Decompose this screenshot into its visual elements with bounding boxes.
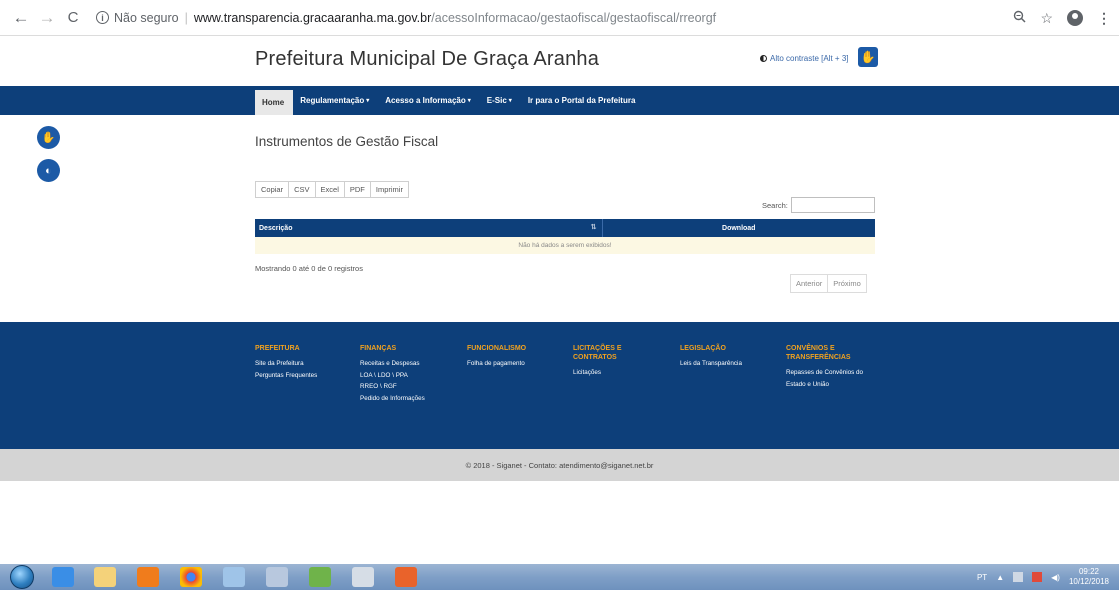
menu-dots-icon[interactable]: ⋮ [1097, 10, 1111, 27]
start-button-icon[interactable] [10, 565, 34, 589]
system-tray: PT ▲ ◀) 09:22 10/12/2018 [977, 564, 1109, 590]
high-contrast-link[interactable]: Alto contraste [Alt + 3] [760, 54, 848, 63]
contrast-icon [760, 55, 767, 62]
search-input[interactable] [790, 197, 875, 213]
search-label: Search: [762, 200, 788, 210]
paint-icon[interactable] [223, 567, 245, 587]
nav-item-portal-prefeitura[interactable]: Ir para o Portal da Prefeitura [521, 86, 645, 115]
footer-heading: PREFEITURA [255, 345, 300, 352]
footer-heading: LEGISLAÇÃO [680, 345, 726, 352]
profile-icon[interactable] [1067, 10, 1083, 26]
footer-link[interactable]: Repasses de Convênios do Estado e União [786, 367, 876, 390]
footer-column-legislacao: LEGISLAÇÃO Leis da Transparência [680, 344, 742, 370]
fiscal-instruments-table: Descrição ⇅ Download Não há dados a sere… [255, 219, 875, 254]
sign-language-icon[interactable]: ✋ [858, 47, 878, 67]
language-indicator[interactable]: PT [977, 573, 987, 582]
contrast-label: Alto contraste [Alt + 3] [770, 54, 849, 63]
site-footer: PREFEITURA Site da Prefeitura Perguntas … [0, 322, 1119, 449]
copyright-text: © 2018 - Siganet - Contato: atendimento@… [465, 460, 654, 470]
zoom-icon[interactable] [1013, 10, 1026, 26]
back-arrow-icon[interactable]: ← [10, 7, 32, 29]
excel-button[interactable]: Excel [314, 181, 345, 198]
previous-page-button[interactable]: Anterior [790, 274, 829, 293]
browser-toolbar: ← → C i Não seguro | www.transparencia.g… [0, 0, 1119, 36]
main-navigation: Home Regulamentação ▾ Acesso a Informação… [0, 86, 1119, 115]
page-title: Instrumentos de Gestão Fiscal [255, 134, 439, 149]
snipping-tool-icon[interactable] [266, 567, 288, 587]
reload-icon[interactable]: C [62, 7, 84, 29]
footer-link[interactable]: Receitas e Despesas [360, 358, 425, 370]
nav-item-home[interactable]: Home [255, 90, 294, 115]
footer-link[interactable]: Pedido de Informações [360, 393, 425, 405]
pdf-button[interactable]: PDF [343, 181, 371, 198]
network-icon[interactable] [1032, 572, 1043, 582]
nav-item-acesso-informacao[interactable]: Acesso a Informação ▾ [378, 86, 480, 115]
footer-column-funcionalismo: FUNCIONALISMO Folha de pagamento [467, 344, 526, 370]
footer-heading: FUNCIONALISMO [467, 345, 527, 352]
csv-button[interactable]: CSV [288, 181, 316, 198]
caret-down-icon: ▾ [508, 98, 512, 104]
column-header-download: Download [602, 219, 875, 237]
footer-link[interactable]: Folha de pagamento [467, 358, 526, 370]
file-explorer-icon[interactable] [94, 567, 116, 587]
bookmark-star-icon[interactable]: ☆ [1040, 10, 1053, 27]
windows-taskbar: PT ▲ ◀) 09:22 10/12/2018 [0, 564, 1119, 590]
chrome-icon[interactable] [180, 567, 202, 587]
footer-link[interactable]: RREO \ RGF [360, 381, 425, 393]
print-button[interactable]: Imprimir [369, 181, 409, 198]
table-info: Mostrando 0 até 0 de 0 registros [255, 264, 363, 273]
clock[interactable]: 09:22 10/12/2018 [1069, 567, 1109, 587]
forward-arrow-icon[interactable]: → [36, 7, 58, 29]
footer-heading: LICITAÇÕES E CONTRATOS [573, 345, 622, 361]
address-bar[interactable]: i Não seguro | www.transparencia.gracaar… [96, 5, 1026, 31]
site-title: Prefeitura Municipal De Graça Aranha [255, 48, 600, 70]
footer-link[interactable]: Leis da Transparência [680, 358, 742, 370]
media-player-icon[interactable] [137, 567, 159, 587]
caret-down-icon: ▾ [366, 98, 370, 104]
pagination: Anterior Próximo [790, 274, 867, 293]
footer-link[interactable]: Licitações [573, 367, 653, 379]
clock-date: 10/12/2018 [1068, 577, 1109, 586]
side-sign-language-icon[interactable]: ✋ [37, 126, 60, 149]
nav-item-esic[interactable]: E-Sic ▾ [480, 86, 521, 115]
app-icon[interactable] [309, 567, 331, 587]
search-area: Search: [762, 197, 875, 213]
foxit-reader-icon[interactable] [395, 567, 417, 587]
footer-column-convenios: CONVÊNIOS E TRANSFERÊNCIAS Repasses de C… [786, 344, 876, 390]
copyright-bar: © 2018 - Siganet - Contato: atendimento@… [0, 449, 1119, 481]
url-host: www.transparencia.gracaaranha.ma.gov.br [193, 10, 432, 25]
footer-column-prefeitura: PREFEITURA Site da Prefeitura Perguntas … [255, 344, 317, 381]
show-hidden-icons-icon[interactable]: ▲ [996, 573, 1004, 582]
footer-link[interactable]: Perguntas Frequentes [255, 370, 317, 382]
side-contrast-icon[interactable]: ◐ [37, 159, 60, 182]
nav-item-regulamentacao[interactable]: Regulamentação ▾ [293, 86, 378, 115]
security-label: Não seguro [114, 10, 179, 25]
column-header-descricao[interactable]: Descrição ⇅ [255, 219, 603, 237]
info-icon[interactable]: i [96, 11, 109, 24]
calculator-icon[interactable] [352, 567, 374, 587]
next-page-button[interactable]: Próximo [827, 274, 867, 293]
clock-time: 09:22 [1078, 567, 1099, 576]
table-row: Não há dados a serem exibidos! [255, 237, 875, 254]
caret-down-icon: ▾ [467, 98, 471, 104]
export-button-group: Copiar CSV Excel PDF Imprimir [255, 181, 409, 198]
empty-table-message: Não há dados a serem exibidos! [255, 237, 875, 254]
internet-explorer-icon[interactable] [52, 567, 74, 587]
footer-heading: FINANÇAS [360, 345, 397, 352]
footer-link[interactable]: LOA \ LDO \ PPA [360, 370, 425, 382]
footer-column-licitacoes: LICITAÇÕES E CONTRATOS Licitações [573, 344, 653, 379]
volume-icon[interactable]: ◀) [1051, 573, 1060, 582]
sort-icon[interactable]: ⇅ [591, 223, 597, 231]
footer-link[interactable]: Site da Prefeitura [255, 358, 317, 370]
url-path: /acessoInformacao/gestaofiscal/gestaofis… [431, 10, 717, 25]
action-center-icon[interactable] [1013, 572, 1024, 582]
footer-column-financas: FINANÇAS Receitas e Despesas LOA \ LDO \… [360, 344, 425, 404]
footer-heading: CONVÊNIOS E TRANSFERÊNCIAS [786, 345, 851, 361]
copy-button[interactable]: Copiar [255, 181, 290, 198]
